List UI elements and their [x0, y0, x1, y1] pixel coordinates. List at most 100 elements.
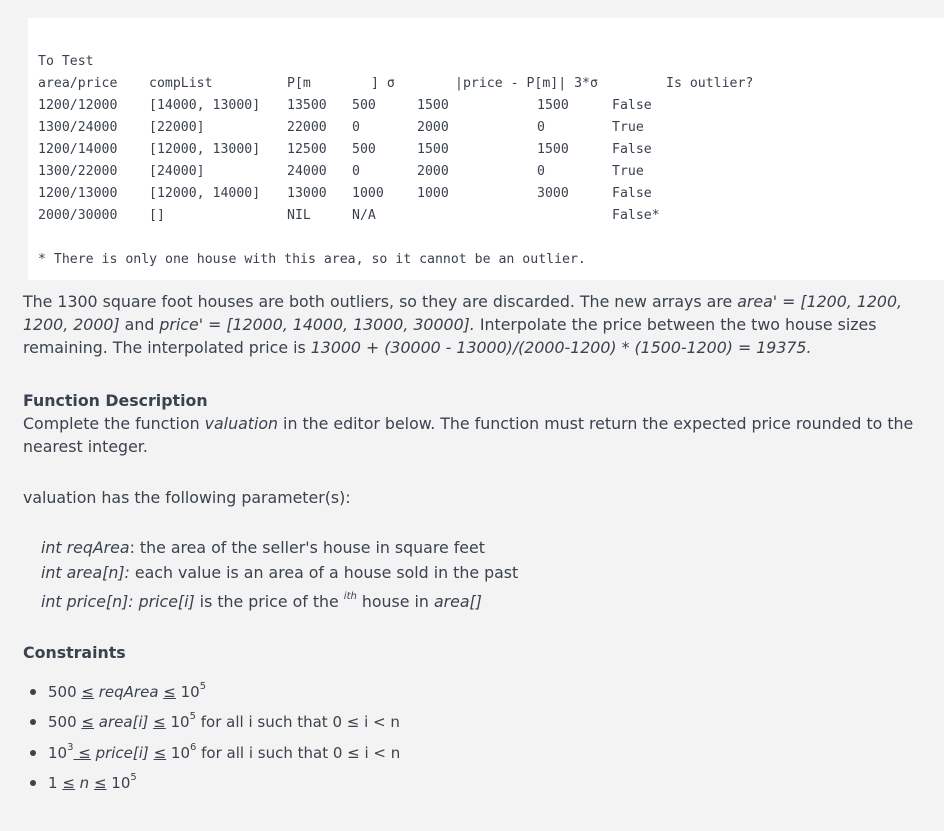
constraint-item: 103 ≤ price[i] ≤ 106 for all i such that… — [30, 742, 401, 763]
constraint-post: 10 — [165, 713, 190, 731]
constraint-var: price[i] — [90, 744, 154, 762]
constraint-post: 10 — [166, 744, 190, 762]
table-cell: NIL — [287, 208, 311, 223]
table-cell: 500 — [352, 98, 376, 113]
constraint-var: n — [74, 774, 94, 792]
table-cell: 1500 — [537, 142, 569, 157]
table-cell: False — [612, 98, 652, 113]
constraint-post: 10 — [106, 774, 131, 792]
table-cell: False* — [612, 208, 660, 223]
param-desc: each value is an area of a house sold in… — [129, 563, 519, 582]
constraint-sup: 3 — [67, 742, 74, 753]
code-footnote: * There is only one house with this area… — [38, 252, 586, 267]
code-title: To Test — [38, 54, 94, 69]
table-cell: 2000 — [417, 164, 449, 179]
table-cell: [12000, 13000] — [149, 142, 261, 157]
constraint-le: ≤ — [153, 744, 167, 762]
table-cell: 0 — [352, 164, 360, 179]
table-cell: True — [612, 164, 644, 179]
constraint-tail: for all i such that 0 ≤ i < n — [196, 744, 401, 762]
table-cell: 0 — [537, 164, 545, 179]
constraint-sup: 6 — [190, 742, 197, 753]
table-cell: False — [612, 142, 652, 157]
constraint-le: ≤ — [93, 774, 107, 792]
fd-text-1: Complete the function — [23, 414, 205, 433]
param-superscript: ith — [343, 591, 357, 602]
table-cell: 3000 — [537, 186, 569, 201]
table-cell: 1200/12000 — [38, 98, 118, 113]
paragraph-interpolation: The 1300 square foot houses are both out… — [23, 290, 918, 359]
constraint-item: 500 ≤ area[i] ≤ 105 for all i such that … — [30, 711, 400, 732]
col-header-diff-3sigma: |price - P[m]| 3*σ — [455, 76, 598, 91]
table-cell: 500 — [352, 142, 376, 157]
constraint-le: ≤ — [153, 713, 166, 731]
function-description-text: Complete the function valuation in the e… — [23, 412, 918, 458]
constraint-le: ≤ — [62, 774, 75, 792]
table-cell: [24000] — [149, 164, 205, 179]
constraint-le: ≤ — [73, 744, 91, 762]
bullet-icon — [30, 718, 36, 725]
para-formula: 13000 + (30000 - 13000)/(2000-1200) * (1… — [310, 338, 812, 357]
para-text-1: The 1300 square foot houses are both out… — [23, 292, 738, 311]
constraint-le: ≤ — [163, 683, 176, 701]
para-price-prime: price' = [12000, 14000, 13000, 30000]. — [159, 315, 475, 334]
table-cell: 2000 — [417, 120, 449, 135]
constraint-tail: for all i such that 0 ≤ i < n — [195, 713, 400, 731]
table-cell: 1500 — [417, 98, 449, 113]
table-cell: [14000, 13000] — [149, 98, 261, 113]
table-cell: 0 — [537, 120, 545, 135]
param-name: int area[n]: — [41, 563, 130, 582]
constraint-pre: 1 — [48, 774, 63, 792]
table-cell: 1000 — [417, 186, 449, 201]
param-name: int price[n]: price[i] — [41, 592, 195, 611]
col-header-area-price: area/price — [38, 76, 118, 91]
params-intro: valuation has the following parameter(s)… — [23, 488, 351, 507]
table-cell: 13500 — [287, 98, 327, 113]
constraint-le: ≤ — [81, 683, 94, 701]
table-cell: 1200/13000 — [38, 186, 118, 201]
constraint-sup: 5 — [199, 681, 207, 692]
function-description-heading: Function Description — [23, 391, 208, 410]
table-cell: 1200/14000 — [38, 142, 118, 157]
table-cell: [] — [149, 208, 165, 223]
constraint-pre: 500 — [48, 713, 82, 731]
param-reqarea: int reqArea: the area of the seller's ho… — [41, 536, 485, 559]
bullet-icon — [30, 749, 36, 756]
table-cell: 0 — [352, 120, 360, 135]
constraints-heading: Constraints — [23, 643, 126, 662]
table-cell: True — [612, 120, 644, 135]
col-header-sigma: ] σ — [371, 76, 395, 91]
col-header-is-outlier: Is outlier? — [666, 76, 754, 91]
table-cell: 1500 — [537, 98, 569, 113]
constraint-pre: 500 — [48, 683, 82, 701]
col-header-complist: compList — [149, 76, 213, 91]
para-text-2: and — [119, 315, 160, 334]
param-price: int price[n]: price[i] is the price of t… — [41, 590, 482, 613]
param-name: int reqArea — [41, 538, 130, 557]
constraint-le: ≤ — [81, 713, 94, 731]
table-cell: False — [612, 186, 652, 201]
param-area: int area[n]: each value is an area of a … — [41, 561, 518, 584]
bullet-icon — [30, 688, 36, 695]
constraint-item: 500 ≤ reqArea ≤ 105 — [30, 681, 207, 702]
col-header-pm: P[m — [287, 76, 311, 91]
table-cell: N/A — [352, 208, 376, 223]
table-cell: 1000 — [352, 186, 384, 201]
table-cell: 24000 — [287, 164, 327, 179]
param-desc: : the area of the seller's house in squa… — [129, 538, 485, 557]
table-cell: 22000 — [287, 120, 327, 135]
sample-explanation-code-block: To Test area/price compList P[m ] σ |pri… — [28, 18, 944, 280]
table-cell: 2000/30000 — [38, 208, 118, 223]
constraint-sup: 5 — [189, 711, 196, 722]
bullet-icon — [30, 779, 36, 786]
fd-function-name: valuation — [204, 414, 279, 433]
constraint-post: 10 — [175, 683, 200, 701]
table-cell: [12000, 14000] — [149, 186, 261, 201]
table-cell: [22000] — [149, 120, 205, 135]
table-cell: 1300/22000 — [38, 164, 118, 179]
param-desc: is the price of the — [194, 592, 344, 611]
table-cell: 1500 — [417, 142, 449, 157]
table-cell: 13000 — [287, 186, 327, 201]
table-cell: 1300/24000 — [38, 120, 118, 135]
constraint-pre: 10 — [48, 744, 68, 762]
